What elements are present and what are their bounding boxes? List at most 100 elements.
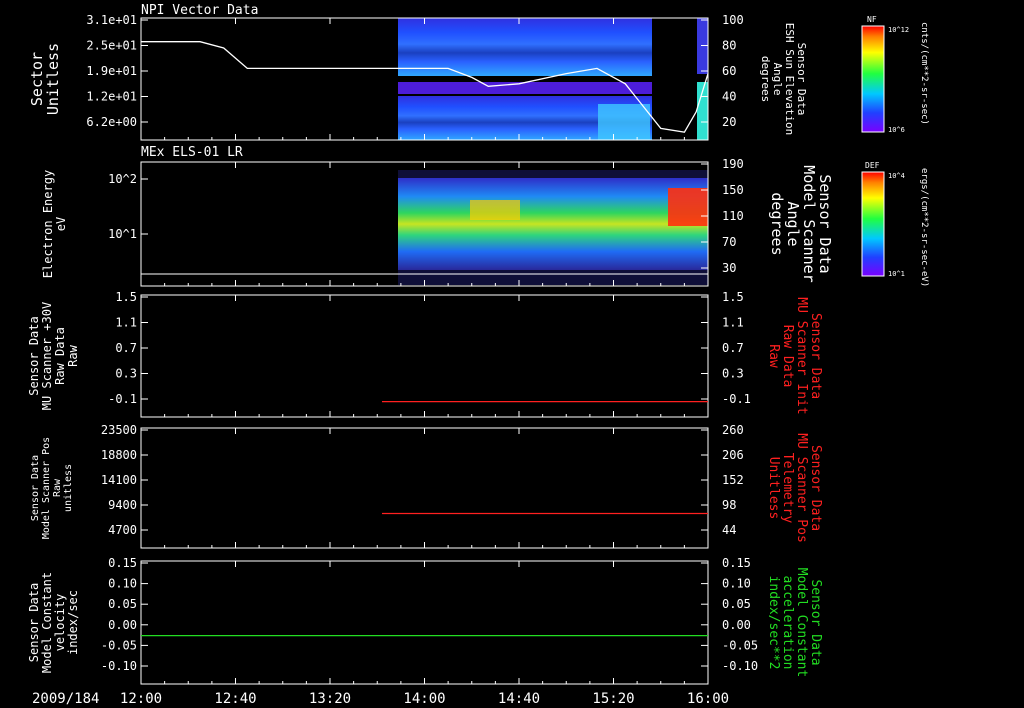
- y-tick-label-left: -0.1: [108, 392, 137, 406]
- y-axis-label-left: Raw Data: [53, 327, 67, 385]
- time-tick-label: 12:00: [120, 691, 162, 707]
- y-tick-label-right: 0.05: [722, 597, 751, 611]
- y-tick-label-right: 0.3: [722, 367, 744, 381]
- y-tick-label-left: 2.5e+01: [86, 39, 137, 53]
- y-axis-label-left: Raw: [66, 344, 80, 366]
- y-axis-label-right: MU Scanner Pos: [794, 433, 809, 543]
- colorbar-tag: NF: [867, 15, 877, 24]
- y-tick-label-left: 4700: [108, 523, 137, 537]
- plot-canvas: NPI Vector Data MEx ELS-01 LR 3.1e+01 2.5…: [27, 3, 929, 707]
- y-tick-label-right: 100: [722, 13, 744, 27]
- y-axis-label-left: Model Scanner Pos: [41, 437, 52, 539]
- y-axis-label-right: Sensor Data: [808, 313, 823, 399]
- y-axis-label-right: degrees: [759, 56, 772, 102]
- heatmap-band: [398, 178, 708, 270]
- colorbar: [861, 171, 885, 277]
- y-tick-label-left: 1.2e+01: [86, 90, 137, 104]
- y-tick-label-right: 1.5: [722, 290, 744, 304]
- colorbar: [861, 25, 885, 133]
- y-tick-label-right: 70: [722, 235, 736, 249]
- y-tick-label-right: 152: [722, 473, 744, 487]
- y-axis-label-left: Sensor Data: [27, 316, 41, 395]
- y-tick-label-right: 1.1: [722, 316, 744, 330]
- y-tick-label-left: 9400: [108, 498, 137, 512]
- y-axis-label-right: Raw: [766, 344, 781, 368]
- y-axis-label-left: Electron Energy: [41, 170, 55, 278]
- y-axis-label-left: eV: [54, 217, 68, 231]
- y-axis-label-right: Unitless: [766, 457, 781, 520]
- y-axis-label-left: index/sec: [66, 590, 80, 655]
- plot-frame: [140, 427, 709, 549]
- y-tick-label-left: 1.5: [115, 290, 137, 304]
- y-tick-label-left: 18800: [101, 448, 137, 462]
- y-tick-label-left: 0.10: [108, 577, 137, 591]
- colorbar-label: cnts/(cm**2-sr-sec): [919, 22, 929, 125]
- panel-title: NPI Vector Data: [141, 3, 258, 18]
- y-tick-label-right: 0.10: [722, 577, 751, 591]
- y-tick-label-left: 3.1e+01: [86, 13, 137, 27]
- y-axis-label-right: Raw Data: [780, 325, 795, 388]
- panel-title: MEx ELS-01 LR: [141, 145, 243, 160]
- y-tick-label-left: 1.9e+01: [86, 64, 137, 78]
- y-tick-label-right: 0.7: [722, 341, 744, 355]
- y-tick-label-right: -0.1: [722, 392, 751, 406]
- y-tick-label-left: 0.3: [115, 367, 137, 381]
- heatmap-mid-region: [470, 200, 520, 220]
- y-tick-label-right: 260: [722, 423, 744, 437]
- y-axis-label-left: Model Constant: [40, 572, 54, 673]
- y-axis-label-right: index/sec**2: [766, 576, 781, 670]
- y-axis-label-right: Sensor Data: [808, 445, 823, 531]
- panel-scanner-30v: [140, 294, 709, 418]
- colorbar-def: DEF 10^4 10^1 ergs/(cm**2-sr-sec-eV): [861, 161, 929, 287]
- y-tick-label-left: 23500: [101, 423, 137, 437]
- time-tick-label: 12:40: [214, 691, 256, 707]
- y-tick-label-right: 206: [722, 448, 744, 462]
- colorbar-bottom: 10^1: [888, 270, 905, 278]
- y-axis-label-right: Model Constant: [794, 568, 809, 678]
- time-tick-label: 13:20: [309, 691, 351, 707]
- plot-frame: [140, 560, 709, 685]
- y-tick-label-right: 80: [722, 39, 736, 53]
- time-tick-label: 14:40: [498, 691, 540, 707]
- y-axis-label-left: Unitless: [44, 43, 62, 115]
- y-tick-label-right: 40: [722, 90, 736, 104]
- y-tick-label-right: 0.00: [722, 618, 751, 632]
- colorbar-label: ergs/(cm**2-sr-sec-eV): [919, 168, 929, 287]
- y-tick-label-left: 0.05: [108, 597, 137, 611]
- y-axis-label-left: unitless: [63, 464, 74, 512]
- time-axis: 2009/184 12:00 12:40 13:20 14:00 14:40 15:20 1…: [32, 691, 729, 707]
- colorbar-bottom: 10^6: [888, 126, 905, 134]
- y-tick-label-right: -0.05: [722, 638, 758, 652]
- time-tick-label: 16:00: [687, 691, 729, 707]
- plot-frame: [140, 294, 709, 418]
- y-tick-label-right: 30: [722, 261, 736, 275]
- y-axis-label-left: velocity: [53, 594, 67, 652]
- y-axis-label-right: acceleration: [780, 576, 795, 670]
- y-axis-label-right: Sensor Data: [808, 579, 823, 665]
- heatmap-band: [398, 82, 652, 94]
- y-tick-label-right: 150: [722, 183, 744, 197]
- y-tick-label-left: 0.00: [108, 618, 137, 632]
- y-tick-label-right: 44: [722, 523, 736, 537]
- y-tick-label-right: -0.10: [722, 659, 758, 673]
- y-tick-label-left: 0.7: [115, 341, 137, 355]
- y-tick-label-left: 6.2e+00: [86, 115, 137, 129]
- heatmap-hot-region: [668, 188, 708, 226]
- y-tick-label-left: -0.05: [101, 638, 137, 652]
- heatmap-block-main: [398, 18, 652, 76]
- y-axis-label-right: degrees: [768, 192, 786, 255]
- colorbar-tag: DEF: [865, 161, 880, 170]
- y-tick-label-left: 14100: [101, 473, 137, 487]
- y-axis-label-left: Sensor Data: [30, 455, 41, 521]
- y-tick-label-right: 190: [722, 157, 744, 171]
- y-tick-label-left: 0.15: [108, 556, 137, 570]
- y-tick-label-right: 60: [722, 64, 736, 78]
- colorbar-top: 10^12: [888, 26, 909, 34]
- colorbar-nf: NF 10^12 10^6 cnts/(cm**2-sr-sec): [861, 15, 929, 134]
- colorbar-top: 10^4: [888, 172, 905, 180]
- date-label: 2009/184: [32, 691, 99, 707]
- y-tick-label-left: 10^2: [108, 172, 137, 186]
- y-tick-label-right: 20: [722, 115, 736, 129]
- y-tick-label-right: 98: [722, 498, 736, 512]
- panel-scanner-pos: [140, 427, 709, 549]
